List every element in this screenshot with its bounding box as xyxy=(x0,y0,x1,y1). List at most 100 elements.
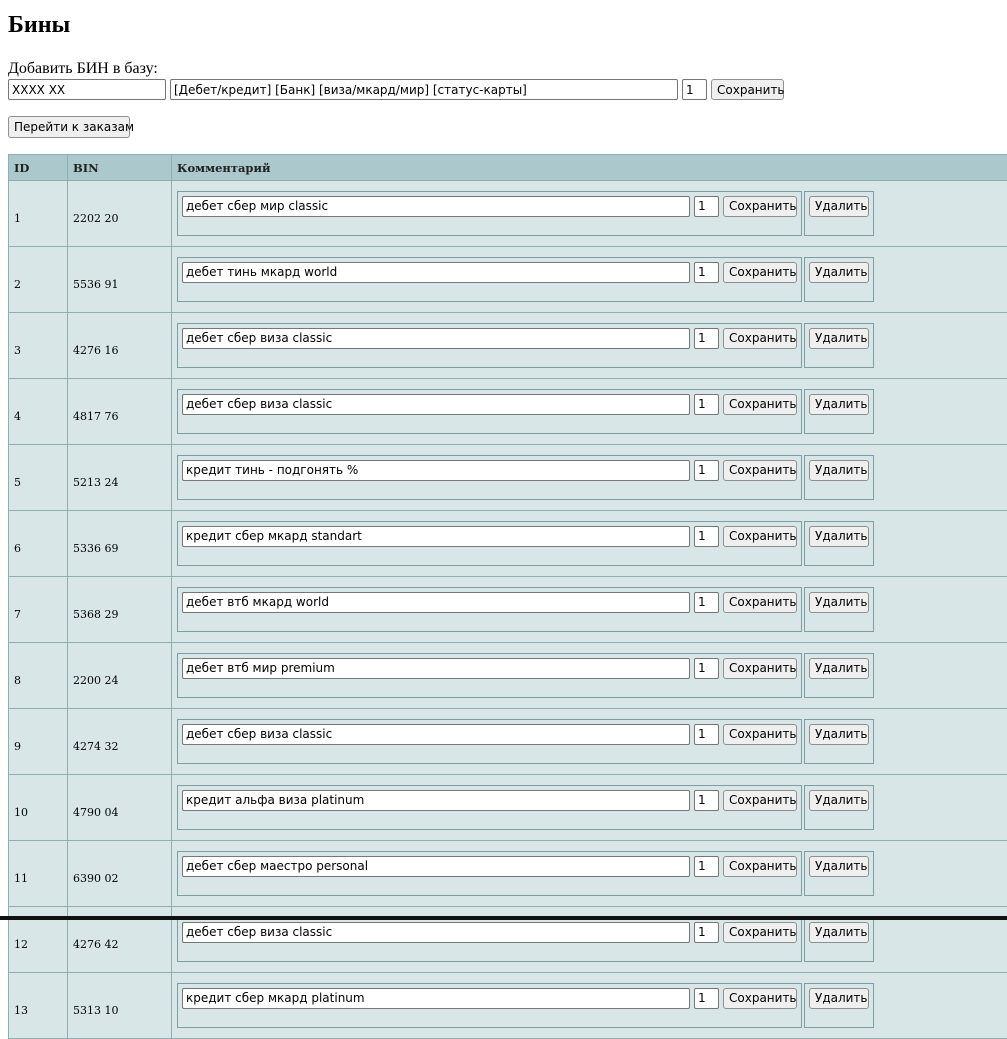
row-id: 6 xyxy=(9,511,68,577)
row-actions: Сохранить Удалить xyxy=(177,785,1007,830)
add-qty-input[interactable] xyxy=(682,79,707,100)
row-delete-button[interactable]: Удалить xyxy=(809,262,869,283)
row-delete-button[interactable]: Удалить xyxy=(809,394,869,415)
row-comment-cell: Сохранить Удалить xyxy=(172,709,1007,775)
row-comment-input[interactable] xyxy=(182,988,690,1009)
row-edit-form: Сохранить xyxy=(177,323,802,368)
add-save-button[interactable]: Сохранить xyxy=(711,79,784,100)
row-comment-input[interactable] xyxy=(182,394,690,415)
row-actions: Сохранить Удалить xyxy=(177,455,1007,500)
table-row: 104790 04 Сохранить Удалить xyxy=(9,775,1007,841)
row-edit-form: Сохранить xyxy=(177,983,802,1028)
row-comment-input[interactable] xyxy=(182,592,690,613)
go-to-orders-button[interactable]: Перейти к заказам xyxy=(8,116,130,138)
row-actions: Сохранить Удалить xyxy=(177,323,1007,368)
row-qty-input[interactable] xyxy=(694,856,719,877)
row-bin: 6390 02 xyxy=(68,841,172,907)
row-comment-cell: Сохранить Удалить xyxy=(172,841,1007,907)
row-save-button[interactable]: Сохранить xyxy=(723,922,797,943)
row-edit-form: Сохранить xyxy=(177,917,802,962)
page-title: Бины xyxy=(8,12,70,39)
row-save-button[interactable]: Сохранить xyxy=(723,856,797,877)
row-comment-input[interactable] xyxy=(182,856,690,877)
row-delete-form: Удалить xyxy=(804,521,874,566)
row-qty-input[interactable] xyxy=(694,328,719,349)
row-edit-form: Сохранить xyxy=(177,521,802,566)
row-delete-button[interactable]: Удалить xyxy=(809,460,869,481)
add-bin-input[interactable] xyxy=(8,79,166,100)
table-row: 12202 20СохранитьУдалить xyxy=(9,181,1007,247)
row-bin: 4274 32 xyxy=(68,709,172,775)
row-save-button[interactable]: Сохранить xyxy=(723,328,797,349)
row-edit-form: Сохранить xyxy=(177,653,802,698)
row-qty-input[interactable] xyxy=(694,262,719,283)
row-delete-button[interactable]: Удалить xyxy=(809,196,869,217)
row-delete-button[interactable]: Удалить xyxy=(809,526,869,547)
row-bin: 2202 20 xyxy=(68,181,172,247)
row-bin: 5368 29 xyxy=(68,577,172,643)
row-qty-input[interactable] xyxy=(694,988,719,1009)
add-comment-input[interactable] xyxy=(170,79,678,100)
row-delete-button[interactable]: Удалить xyxy=(809,988,869,1009)
row-save-button[interactable]: Сохранить xyxy=(723,790,797,811)
table-row: 94274 32СохранитьУдалить xyxy=(9,709,1007,775)
header-comment: Комментарий xyxy=(172,155,1007,181)
row-save-button[interactable]: Сохранить xyxy=(723,394,797,415)
row-id: 7 xyxy=(9,577,68,643)
row-save-button[interactable]: Сохранить xyxy=(723,262,797,283)
row-save-button[interactable]: Сохранить xyxy=(723,526,797,547)
row-qty-input[interactable] xyxy=(694,922,719,943)
row-comment-input[interactable] xyxy=(182,262,690,283)
row-qty-input[interactable] xyxy=(694,658,719,679)
row-comment-input[interactable] xyxy=(182,790,690,811)
row-edit-form: Сохранить xyxy=(177,851,802,896)
row-comment-cell: Сохранить Удалить xyxy=(172,775,1007,841)
row-delete-button[interactable]: Удалить xyxy=(809,658,869,679)
row-delete-form: Удалить xyxy=(804,587,874,632)
row-delete-button[interactable]: Удалить xyxy=(809,592,869,613)
row-delete-form: Удалить xyxy=(804,653,874,698)
row-save-button[interactable]: Сохранить xyxy=(723,658,797,679)
row-qty-input[interactable] xyxy=(694,196,719,217)
table-row: 34276 16СохранитьУдалить xyxy=(9,313,1007,379)
row-comment-input[interactable] xyxy=(182,658,690,679)
table-row: 75368 29 Сохранить Удалить xyxy=(9,577,1007,643)
row-delete-form: Удалить xyxy=(804,455,874,500)
row-qty-input[interactable] xyxy=(694,460,719,481)
row-delete-button[interactable]: Удалить xyxy=(809,328,869,349)
row-comment-input[interactable] xyxy=(182,460,690,481)
row-actions: Сохранить Удалить xyxy=(177,257,1007,302)
row-qty-input[interactable] xyxy=(694,790,719,811)
row-delete-form: Удалить xyxy=(804,191,874,236)
row-save-button[interactable]: Сохранить xyxy=(723,592,797,613)
row-bin: 4790 04 xyxy=(68,775,172,841)
row-bin: 4817 76 xyxy=(68,379,172,445)
table-row: 82200 24СохранитьУдалить xyxy=(9,643,1007,709)
row-actions: Сохранить Удалить xyxy=(177,653,1007,698)
row-delete-form: Удалить xyxy=(804,257,874,302)
row-qty-input[interactable] xyxy=(694,724,719,745)
table-row: 135313 10СохранитьУдалить xyxy=(9,973,1007,1039)
row-delete-button[interactable]: Удалить xyxy=(809,922,869,943)
row-delete-form: Удалить xyxy=(804,719,874,764)
row-comment-input[interactable] xyxy=(182,526,690,547)
row-delete-button[interactable]: Удалить xyxy=(809,724,869,745)
row-delete-button[interactable]: Удалить xyxy=(809,790,869,811)
row-qty-input[interactable] xyxy=(694,592,719,613)
row-delete-button[interactable]: Удалить xyxy=(809,856,869,877)
row-qty-input[interactable] xyxy=(694,394,719,415)
row-actions: Сохранить Удалить xyxy=(177,719,1007,764)
row-comment-input[interactable] xyxy=(182,196,690,217)
row-comment-input[interactable] xyxy=(182,328,690,349)
row-id: 10 xyxy=(9,775,68,841)
row-bin: 4276 16 xyxy=(68,313,172,379)
row-save-button[interactable]: Сохранить xyxy=(723,196,797,217)
row-qty-input[interactable] xyxy=(694,526,719,547)
row-actions: Сохранить Удалить xyxy=(177,587,1007,632)
row-save-button[interactable]: Сохранить xyxy=(723,460,797,481)
row-comment-input[interactable] xyxy=(182,922,690,943)
row-save-button[interactable]: Сохранить xyxy=(723,724,797,745)
row-comment-input[interactable] xyxy=(182,724,690,745)
row-id: 8 xyxy=(9,643,68,709)
row-save-button[interactable]: Сохранить xyxy=(723,988,797,1009)
